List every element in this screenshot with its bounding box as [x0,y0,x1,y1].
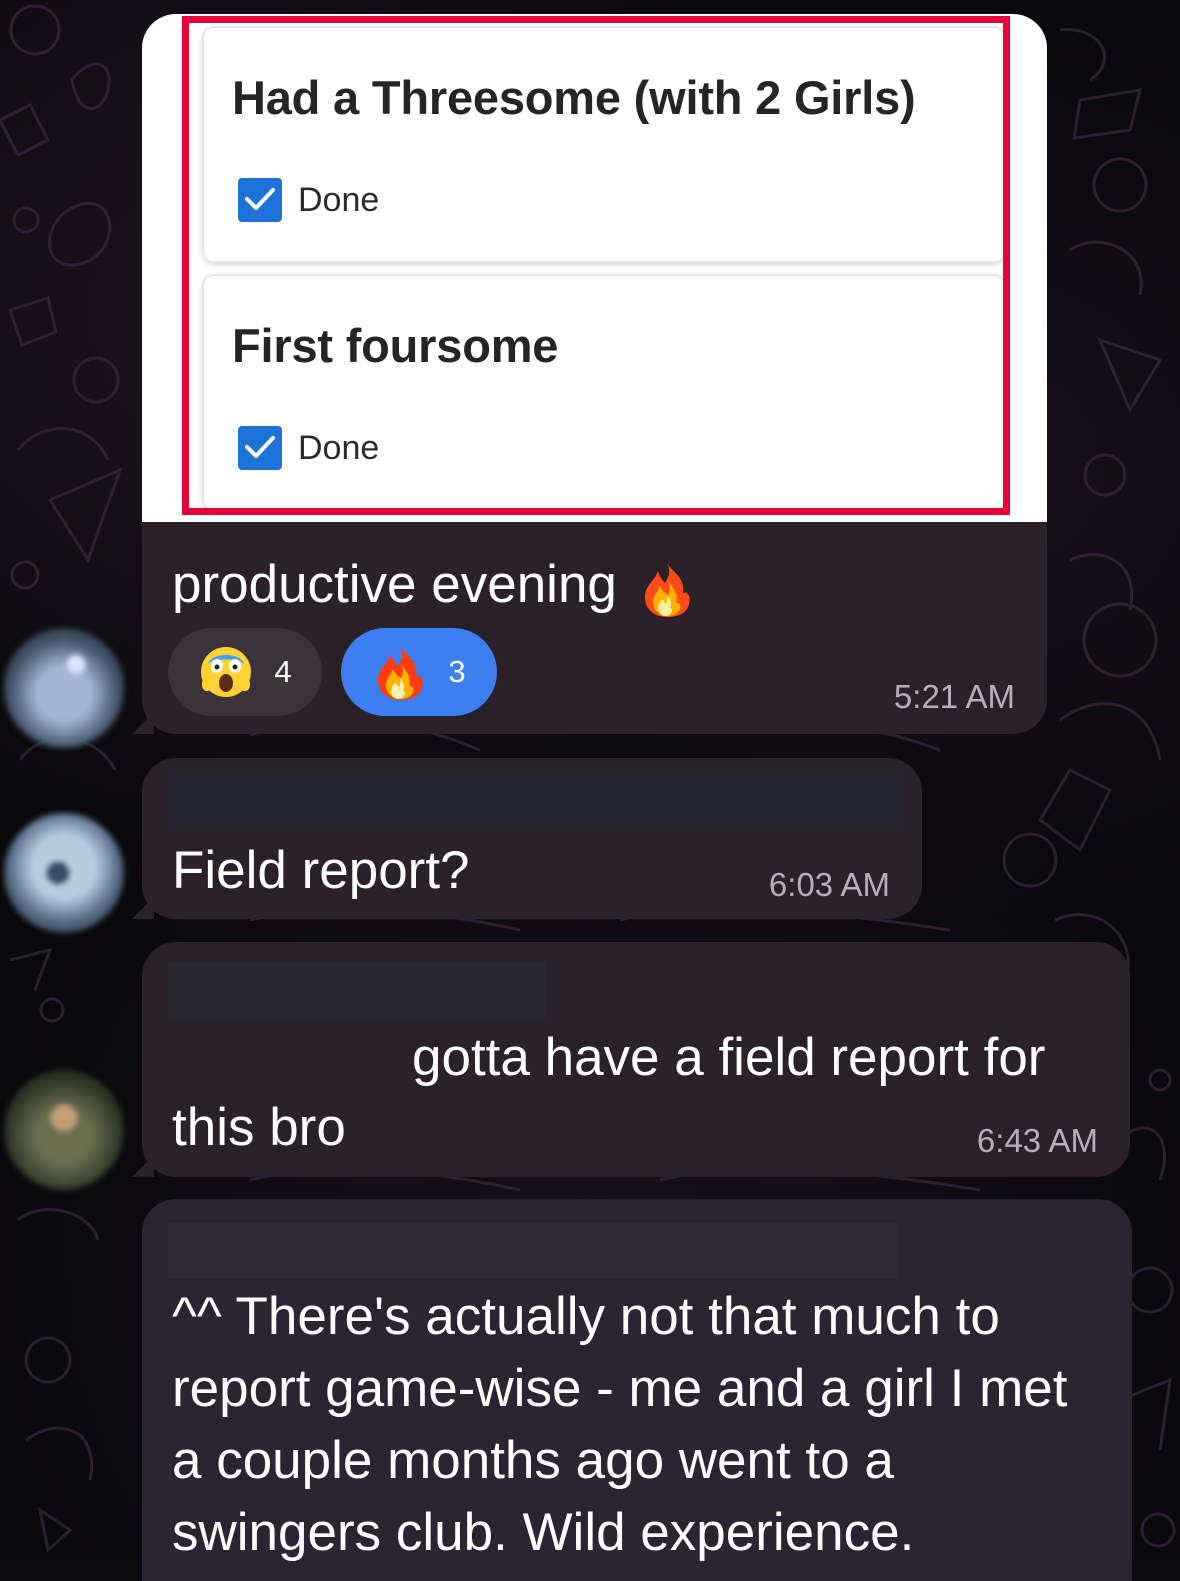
reaction-scream[interactable]: 4 [168,628,322,716]
message-timestamp: 6:03 AM [768,866,890,903]
sender-avatar[interactable] [4,628,124,748]
reply-preview[interactable] [168,1223,898,1279]
sender-avatar[interactable] [4,813,124,933]
reaction-count: 4 [274,654,292,689]
message-caption: productive evening [172,554,693,617]
message-bubble[interactable]: gotta have a field report for this bro 6… [142,942,1130,1177]
message-text-line-2: this bro [172,1098,346,1157]
highlight-frame [182,16,1010,515]
reaction-count: 3 [448,654,466,689]
fire-emoji [378,646,424,700]
caption-text: productive evening [172,555,617,614]
message-bubble[interactable]: Field report? 6:03 AM [142,758,922,919]
sender-avatar[interactable] [4,1070,124,1190]
message-text: Field report? [172,841,470,900]
message-bubble-image[interactable]: Had a Threesome (with 2 Girls) Done Firs… [142,14,1047,734]
reply-preview[interactable] [168,962,546,1020]
fire-emoji [644,562,690,617]
message-text: ^^ There's actually not that much to rep… [172,1287,1068,1562]
scream-emoji [201,647,252,697]
message-timestamp: 6:43 AM [976,1122,1098,1159]
message-text-line-1: gotta have a field report for [412,1028,1046,1087]
reply-preview[interactable] [168,772,901,828]
reaction-fire[interactable]: 3 [341,628,497,716]
message-timestamp: 5:21 AM [893,678,1015,715]
attached-image[interactable]: Had a Threesome (with 2 Girls) Done Firs… [142,14,1047,522]
message-bubble[interactable]: ^^ There's actually not that much to rep… [142,1199,1132,1581]
